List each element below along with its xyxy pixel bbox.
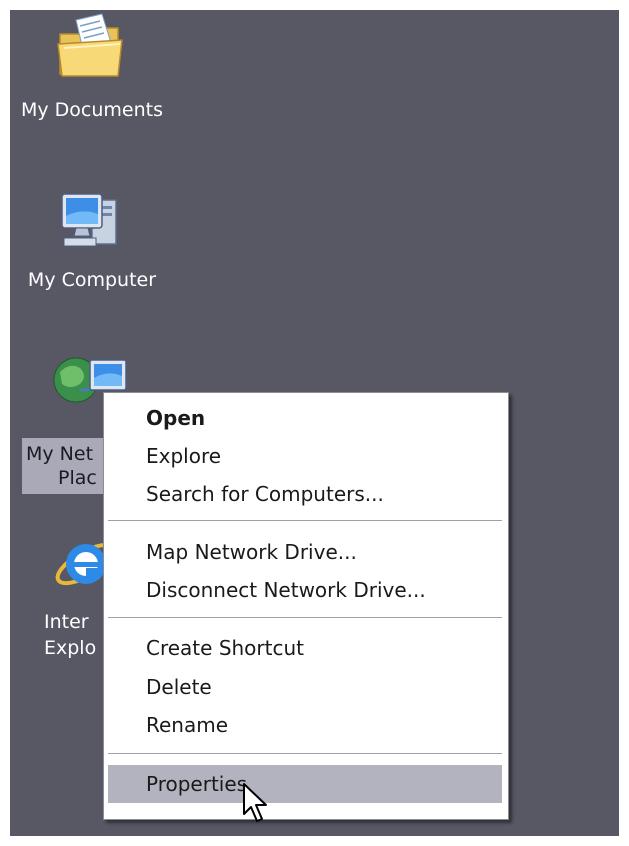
desktop-icon-my-documents[interactable]: My Documents [10,10,180,130]
menu-item-map-network-drive[interactable]: Map Network Drive... [108,533,502,571]
menu-item-rename[interactable]: Rename [108,706,502,744]
menu-item-create-shortcut[interactable]: Create Shortcut [108,629,502,667]
menu-item-properties[interactable]: Properties [108,765,502,803]
menu-item-label: Explore [146,444,222,468]
menu-separator [108,617,502,619]
icon-label-my-documents: My Documents [20,99,163,121]
menu-item-label: Delete [146,675,212,699]
menu-item-label: Rename [146,713,229,737]
desktop-icon-my-computer[interactable]: My Computer [10,180,180,300]
menu-item-label: Disconnect Network Drive... [146,578,426,602]
folder-documents-icon[interactable] [54,12,126,84]
desktop[interactable]: My Documents My Computer My Net Plac Int… [10,10,619,836]
computer-icon[interactable] [54,186,126,258]
menu-item-label: Search for Computers... [146,482,384,506]
menu-item-label: Create Shortcut [146,636,304,660]
icon-label-line2: Plac [58,467,97,489]
menu-separator [108,753,502,755]
menu-item-search-for-computers[interactable]: Search for Computers... [108,475,502,513]
icon-label-my-computer: My Computer [27,269,157,291]
icon-label-internet-explorer-line1: Inter [44,611,89,633]
menu-item-disconnect-network-drive[interactable]: Disconnect Network Drive... [108,571,502,609]
icon-label-internet-explorer-line2: Explo [44,637,97,659]
menu-item-delete[interactable]: Delete [108,668,502,706]
menu-item-label: Map Network Drive... [146,540,357,564]
menu-item-open[interactable]: Open [108,399,502,437]
menu-item-label: Properties [146,772,248,796]
context-menu[interactable]: Open Explore Search for Computers... Map… [103,392,509,820]
menu-separator [108,520,502,522]
menu-item-label: Open [146,406,206,430]
icon-label-line1: My Net [26,443,94,465]
menu-item-explore[interactable]: Explore [108,437,502,475]
arrow-cursor-icon [243,783,267,822]
